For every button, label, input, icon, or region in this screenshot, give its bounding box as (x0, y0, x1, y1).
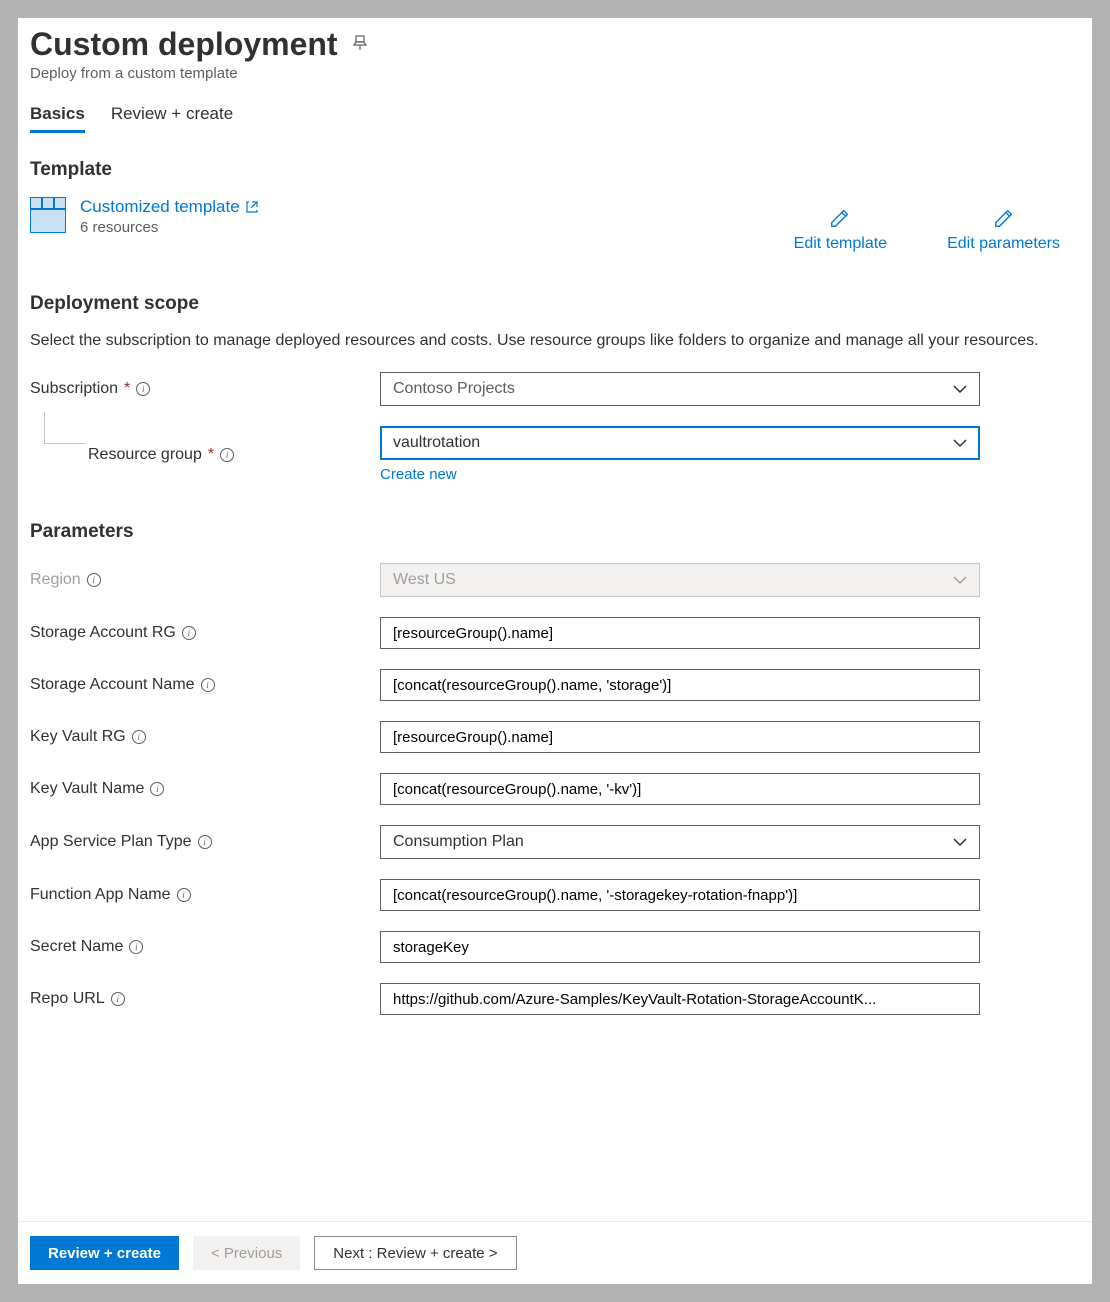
info-icon[interactable]: i (150, 782, 164, 796)
tree-line (44, 412, 86, 444)
param-row: Key Vault Namei (30, 773, 1080, 805)
info-icon[interactable]: i (198, 835, 212, 849)
template-left: Customized template 6 resources (30, 197, 258, 236)
popout-icon (246, 201, 258, 213)
param-input[interactable] (380, 617, 980, 649)
next-button[interactable]: Next : Review + create > (314, 1236, 516, 1270)
resource-group-label: Resource group * i (88, 446, 380, 464)
info-icon[interactable]: i (220, 448, 234, 462)
param-label: App Service Plan Typei (30, 833, 380, 851)
param-input[interactable] (380, 931, 980, 963)
template-row: Customized template 6 resources (30, 197, 1080, 253)
template-link-text: Customized template (80, 197, 240, 217)
scope-section: Deployment scope Select the subscription… (30, 293, 1080, 483)
param-row: Storage Account RGi (30, 617, 1080, 649)
tabs: Basics Review + create (30, 104, 1080, 133)
tab-review-create[interactable]: Review + create (111, 104, 233, 133)
region-select: West US (380, 563, 980, 597)
info-icon[interactable]: i (129, 940, 143, 954)
chevron-down-icon (953, 576, 967, 584)
scope-section-title: Deployment scope (30, 293, 1080, 315)
param-label: Secret Namei (30, 938, 380, 956)
subscription-row: Subscription * i Contoso Projects (30, 372, 1080, 406)
param-input[interactable] (380, 721, 980, 753)
customized-template-link[interactable]: Customized template (80, 197, 258, 217)
param-input[interactable] (380, 879, 980, 911)
template-actions: Edit template Edit parameters (794, 207, 1060, 253)
param-label: Storage Account RGi (30, 624, 380, 642)
edit-parameters-button[interactable]: Edit parameters (947, 207, 1060, 253)
param-row: Storage Account Namei (30, 669, 1080, 701)
subscription-value: Contoso Projects (393, 380, 515, 398)
content: Custom deployment Deploy from a custom t… (18, 18, 1092, 1015)
template-section: Template Customized template (30, 159, 1080, 253)
edit-template-label: Edit template (794, 235, 887, 253)
subscription-label: Subscription * i (30, 380, 380, 398)
scope-description: Select the subscription to manage deploy… (30, 329, 1080, 352)
resource-group-select[interactable]: vaultrotation (380, 426, 980, 460)
param-label: Repo URLi (30, 990, 380, 1008)
template-resource-count: 6 resources (80, 219, 258, 236)
create-new-link[interactable]: Create new (380, 466, 457, 483)
region-label: Region i (30, 571, 380, 589)
region-value: West US (393, 571, 456, 589)
page: Custom deployment Deploy from a custom t… (18, 18, 1092, 1284)
info-icon[interactable]: i (136, 382, 150, 396)
edit-template-button[interactable]: Edit template (794, 207, 887, 253)
title-row: Custom deployment (30, 26, 1080, 63)
info-icon[interactable]: i (177, 888, 191, 902)
template-section-title: Template (30, 159, 1080, 181)
param-row: App Service Plan TypeiConsumption Plan (30, 825, 1080, 859)
pencil-icon (993, 207, 1015, 229)
param-label: Storage Account Namei (30, 676, 380, 694)
param-row: Key Vault RGi (30, 721, 1080, 753)
param-row: Function App Namei (30, 879, 1080, 911)
param-row: Secret Namei (30, 931, 1080, 963)
param-label: Key Vault Namei (30, 780, 380, 798)
param-select[interactable]: Consumption Plan (380, 825, 980, 859)
param-row: Repo URLi (30, 983, 1080, 1015)
required-indicator: * (208, 446, 214, 464)
subscription-select[interactable]: Contoso Projects (380, 372, 980, 406)
param-label: Function App Namei (30, 886, 380, 904)
info-icon[interactable]: i (87, 573, 101, 587)
template-icon (30, 197, 66, 233)
required-indicator: * (124, 380, 130, 398)
footer: Review + create < Previous Next : Review… (18, 1221, 1092, 1284)
parameters-section-title: Parameters (30, 521, 1080, 543)
resource-group-row: Resource group * i vaultrotation Create … (30, 426, 1080, 483)
info-icon[interactable]: i (111, 992, 125, 1006)
info-icon[interactable]: i (132, 730, 146, 744)
region-row: Region i West US (30, 563, 1080, 597)
param-input[interactable] (380, 773, 980, 805)
info-icon[interactable]: i (201, 678, 215, 692)
chevron-down-icon (953, 838, 967, 846)
parameters-section: Parameters Region i West US Storage Acco… (30, 521, 1080, 1015)
review-create-button[interactable]: Review + create (30, 1236, 179, 1270)
page-title: Custom deployment (30, 26, 338, 63)
param-label: Key Vault RGi (30, 728, 380, 746)
chevron-down-icon (953, 439, 967, 447)
chevron-down-icon (953, 385, 967, 393)
param-input[interactable] (380, 669, 980, 701)
pin-icon[interactable] (352, 35, 368, 54)
param-input[interactable] (380, 983, 980, 1015)
previous-button: < Previous (193, 1236, 300, 1270)
page-subtitle: Deploy from a custom template (30, 65, 1080, 82)
pencil-icon (829, 207, 851, 229)
info-icon[interactable]: i (182, 626, 196, 640)
tab-basics[interactable]: Basics (30, 104, 85, 133)
resource-group-value: vaultrotation (393, 434, 480, 452)
edit-parameters-label: Edit parameters (947, 235, 1060, 253)
